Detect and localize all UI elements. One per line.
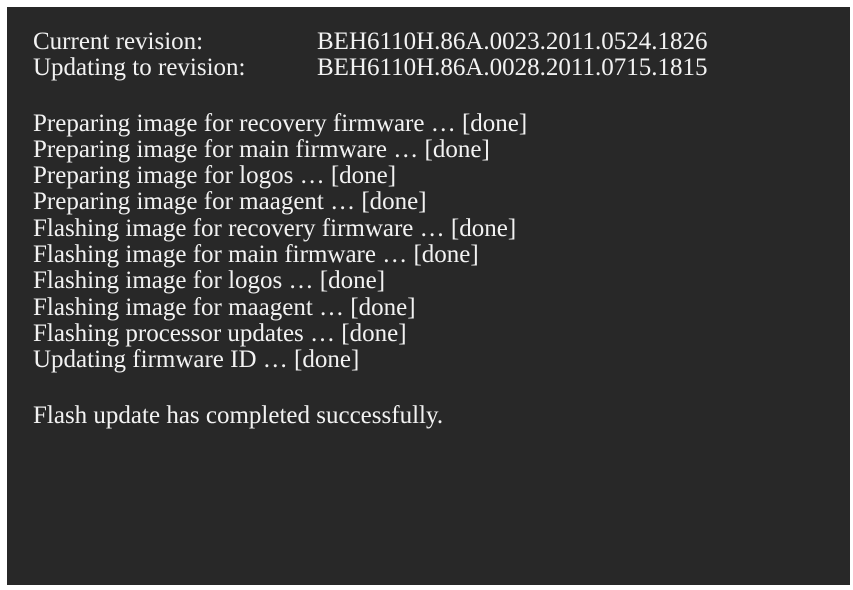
- step-list: Preparing image for recovery firmware … …: [33, 109, 850, 374]
- updating-revision-label: Updating to revision:: [33, 54, 246, 82]
- step-line: Updating firmware ID … [done]: [33, 346, 360, 374]
- step-line: Flashing image for recovery firmware … […: [33, 214, 517, 242]
- step-line: Preparing image for maagent … [done]: [33, 188, 427, 216]
- updating-revision-row: Updating to revision: BEH6110H.86A.0028.…: [33, 54, 850, 82]
- completion-message: Flash update has completed successfully.: [33, 401, 444, 429]
- current-revision-label: Current revision:: [33, 28, 204, 55]
- step-line: Flashing image for maagent … [done]: [33, 293, 416, 321]
- step-line: Flashing processor updates … [done]: [33, 319, 407, 347]
- step-line: Flashing image for main firmware … [done…: [33, 241, 479, 269]
- updating-revision-value: BEH6110H.86A.0028.2011.0715.1815: [317, 54, 708, 82]
- step-line: Preparing image for logos … [done]: [33, 162, 397, 190]
- step-line: Preparing image for main firmware … [don…: [33, 135, 490, 163]
- step-line: Preparing image for recovery firmware … …: [33, 109, 528, 137]
- current-revision-value: BEH6110H.86A.0023.2011.0524.1826: [317, 28, 708, 55]
- current-revision-row: Current revision: BEH6110H.86A.0023.2011…: [33, 28, 850, 55]
- flash-update-console: Current revision: BEH6110H.86A.0023.2011…: [7, 7, 850, 585]
- step-line: Flashing image for logos … [done]: [33, 267, 386, 295]
